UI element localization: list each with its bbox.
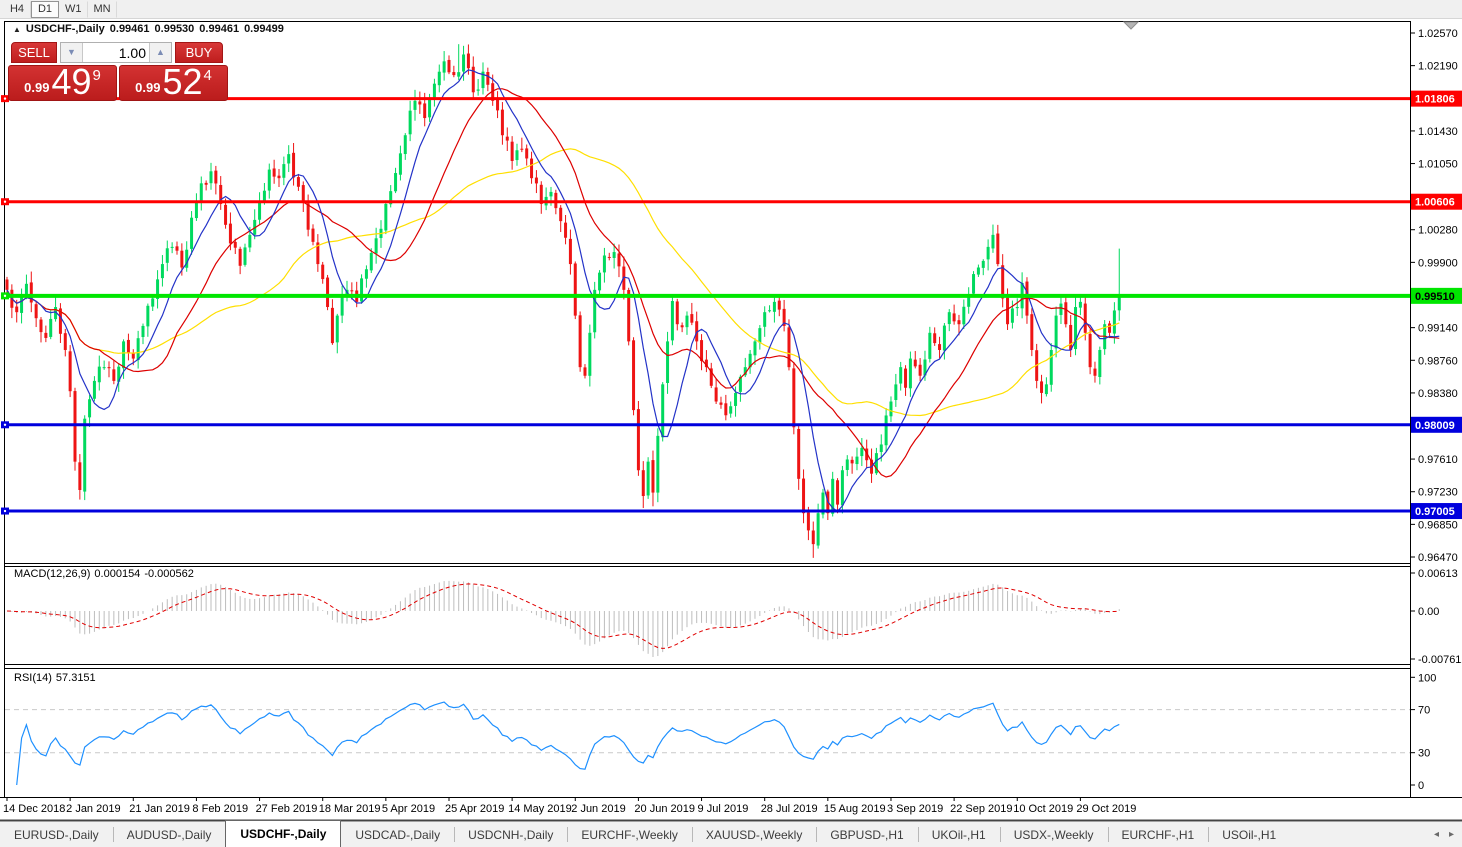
chart-tab-eurusd-daily[interactable]: EURUSD-,Daily	[0, 822, 113, 847]
tabs-scroll-left-icon[interactable]: ◂	[1434, 829, 1439, 840]
svg-text:14 Dec 2018: 14 Dec 2018	[3, 803, 65, 815]
svg-text:1.01806: 1.01806	[1415, 94, 1455, 106]
chart-tab-xauusd-weekly[interactable]: XAUUSD-,Weekly	[691, 822, 816, 847]
svg-text:2 Jun 2019: 2 Jun 2019	[571, 803, 625, 815]
macd-value: 0.000154	[94, 568, 141, 580]
tab-scroll-arrows: ◂ ▸	[1434, 822, 1462, 847]
svg-text:3 Sep 2019: 3 Sep 2019	[887, 803, 943, 815]
symbol-label: USDCHF-,Daily	[25, 23, 105, 35]
chart-tab-usdchf-daily[interactable]: USDCHF-,Daily	[225, 820, 342, 847]
chart-canvas[interactable]: 1.025701.021901.014301.010501.002800.999…	[0, 0, 1462, 847]
chart-tab-usoil-h1[interactable]: USOil-,H1	[1208, 822, 1290, 847]
svg-text:70: 70	[1418, 705, 1430, 717]
close-value: 0.99499	[244, 23, 284, 35]
svg-text:0.99900: 0.99900	[1418, 257, 1458, 269]
macd-label: MACD(12,26,9)	[14, 568, 91, 580]
rsi-label: RSI(14)	[14, 672, 52, 684]
chart-tab-ukoil-h1[interactable]: UKOil-,H1	[917, 822, 1000, 847]
chart-tab-gbpusd-h1[interactable]: GBPUSD-,H1	[816, 822, 917, 847]
buy-price-prefix: 0.99	[135, 80, 161, 95]
volume-increase-button[interactable]: ▲	[149, 43, 171, 62]
svg-text:100: 100	[1418, 672, 1436, 684]
svg-text:10 Oct 2019: 10 Oct 2019	[1013, 803, 1073, 815]
svg-text:9 Jul 2019: 9 Jul 2019	[698, 803, 749, 815]
volume-input[interactable]	[83, 43, 149, 62]
chart-tab-usdcad-daily[interactable]: USDCAD-,Daily	[341, 822, 454, 847]
collapse-triangle-icon[interactable]: ▲	[13, 25, 21, 34]
svg-text:22 Sep 2019: 22 Sep 2019	[950, 803, 1012, 815]
chart-tab-usdcnh-daily[interactable]: USDCNH-,Daily	[454, 822, 567, 847]
chart-tab-usdx-weekly[interactable]: USDX-,Weekly	[999, 822, 1108, 847]
svg-text:0.98009: 0.98009	[1415, 420, 1455, 432]
volume-decrease-button[interactable]: ▼	[61, 43, 83, 62]
svg-text:0.99510: 0.99510	[1415, 291, 1455, 303]
svg-text:15 Aug 2019: 15 Aug 2019	[824, 803, 886, 815]
svg-text:2 Jan 2019: 2 Jan 2019	[66, 803, 120, 815]
macd-pane-label: MACD(12,26,9) 0.000154 -0.000562	[14, 568, 198, 580]
buy-price-pip: 4	[203, 67, 212, 84]
quote-header: ▲ USDCHF-,Daily 0.99461 0.99530 0.99461 …	[13, 23, 284, 35]
buy-price-tile[interactable]: 0.99 52 4	[119, 61, 228, 103]
svg-text:0.96470: 0.96470	[1418, 552, 1458, 564]
rsi-pane-label: RSI(14) 57.3151	[14, 672, 100, 684]
svg-text:5 Apr 2019: 5 Apr 2019	[382, 803, 435, 815]
sell-price-tile[interactable]: 0.99 49 9	[8, 61, 117, 103]
svg-text:-0.007612: -0.007612	[1418, 654, 1462, 666]
svg-text:14 May 2019: 14 May 2019	[508, 803, 572, 815]
svg-text:0.98380: 0.98380	[1418, 388, 1458, 400]
svg-text:0: 0	[1418, 780, 1424, 792]
svg-text:0.97610: 0.97610	[1418, 454, 1458, 466]
svg-text:1.02570: 1.02570	[1418, 28, 1458, 40]
high-value: 0.99530	[154, 23, 195, 35]
buy-price-main: 52	[162, 61, 203, 103]
low-value: 0.99461	[199, 23, 240, 35]
svg-text:0.97005: 0.97005	[1415, 506, 1455, 518]
svg-text:1.00606: 1.00606	[1415, 197, 1455, 209]
svg-text:25 Apr 2019: 25 Apr 2019	[445, 803, 504, 815]
svg-text:21 Jan 2019: 21 Jan 2019	[129, 803, 190, 815]
svg-text:0.97230: 0.97230	[1418, 487, 1458, 499]
svg-text:8 Feb 2019: 8 Feb 2019	[192, 803, 248, 815]
open-value: 0.99461	[109, 23, 150, 35]
svg-text:20 Jun 2019: 20 Jun 2019	[634, 803, 695, 815]
sell-price-pip: 9	[92, 67, 101, 84]
buy-button[interactable]: BUY	[175, 42, 223, 63]
svg-text:1.01050: 1.01050	[1418, 159, 1458, 171]
tabs-scroll-right-icon[interactable]: ▸	[1449, 829, 1454, 840]
rsi-value: 57.3151	[55, 672, 96, 684]
chart-tab-eurchf-h1[interactable]: EURCHF-,H1	[1107, 822, 1209, 847]
svg-text:18 Mar 2019: 18 Mar 2019	[319, 803, 381, 815]
sell-price-main: 49	[51, 61, 92, 103]
macd-signal-value: -0.000562	[144, 568, 194, 580]
chart-tabs-bar: EURUSD-,Daily AUDUSD-,Daily USDCHF-,Daily U…	[0, 820, 1462, 847]
svg-text:0.99140: 0.99140	[1418, 323, 1458, 335]
svg-text:0.98760: 0.98760	[1418, 355, 1458, 367]
chart-tab-eurchf-weekly[interactable]: EURCHF-,Weekly	[567, 822, 691, 847]
chart-tab-audusd-daily[interactable]: AUDUSD-,Daily	[112, 822, 226, 847]
ohlc-values: 0.99461 0.99530 0.99461 0.99499	[110, 23, 284, 35]
svg-text:0.00: 0.00	[1418, 606, 1439, 618]
svg-text:28 Jul 2019: 28 Jul 2019	[761, 803, 818, 815]
svg-text:0.00613: 0.00613	[1418, 568, 1458, 580]
sell-button[interactable]: SELL	[11, 42, 57, 63]
svg-text:1.02190: 1.02190	[1418, 61, 1458, 73]
svg-text:1.00280: 1.00280	[1418, 225, 1458, 237]
one-click-trade-panel: SELL ▼ ▲ BUY 0.99 49 9 0.99 52 4	[8, 42, 228, 101]
svg-text:0.96850: 0.96850	[1418, 519, 1458, 531]
svg-text:30: 30	[1418, 748, 1430, 760]
svg-text:27 Feb 2019: 27 Feb 2019	[256, 803, 318, 815]
svg-text:29 Oct 2019: 29 Oct 2019	[1076, 803, 1136, 815]
svg-text:1.01430: 1.01430	[1418, 126, 1458, 138]
trading-app-window: H4 D1 W1 MN 1.02570 1.02190 1.01430 1.01050 1.0…	[0, 0, 1462, 847]
sell-price-prefix: 0.99	[24, 80, 50, 95]
volume-stepper: ▼ ▲	[60, 42, 172, 63]
